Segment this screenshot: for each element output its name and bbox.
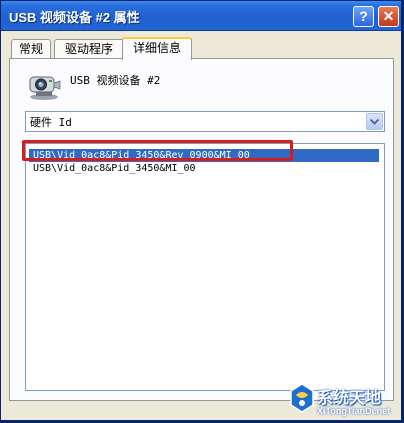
- dropdown-button[interactable]: [366, 113, 383, 130]
- help-button[interactable]: ?: [353, 6, 374, 27]
- help-icon: ?: [359, 8, 368, 24]
- list-item[interactable]: USB\Vid_0ac8&Pid_3450&MI_00: [29, 162, 379, 175]
- values-listbox[interactable]: USB\Vid_0ac8&Pid_3450&Rev_0900&MI_00 USB…: [25, 143, 385, 391]
- webcam-icon: [29, 76, 61, 100]
- tab-general[interactable]: 常规: [11, 39, 51, 59]
- tab-driver[interactable]: 驱动程序: [54, 39, 124, 59]
- tab-strip: 常规 驱动程序 详细信息: [9, 37, 395, 60]
- annotation-highlight-box: [22, 140, 293, 161]
- watermark-title: 系统天地: [317, 390, 382, 407]
- site-logo-icon: [290, 383, 314, 413]
- watermark-url: XiTongTianDi.net: [317, 406, 391, 416]
- close-button[interactable]: ✕: [378, 6, 399, 27]
- chevron-down-icon: [370, 119, 379, 125]
- tab-details[interactable]: 详细信息: [122, 37, 192, 60]
- watermark: 系统天地 XiTongTianDi.net: [289, 380, 401, 420]
- device-name: USB 视频设备 #2: [70, 74, 161, 87]
- property-select-value: 硬件 Id: [30, 116, 72, 129]
- close-icon: ✕: [382, 8, 395, 24]
- property-select[interactable]: 硬件 Id: [25, 111, 385, 132]
- title-bar[interactable]: USB 视频设备 #2 属性 ? ✕: [1, 1, 401, 31]
- window-title: USB 视频设备 #2 属性: [9, 10, 140, 25]
- properties-window: USB 视频设备 #2 属性 ? ✕ 常规 驱动程序 详细信息 USB 视频设备…: [0, 0, 402, 421]
- details-panel: USB 视频设备 #2 硬件 Id USB\Vid_0ac8&Pid_3450&…: [9, 58, 394, 401]
